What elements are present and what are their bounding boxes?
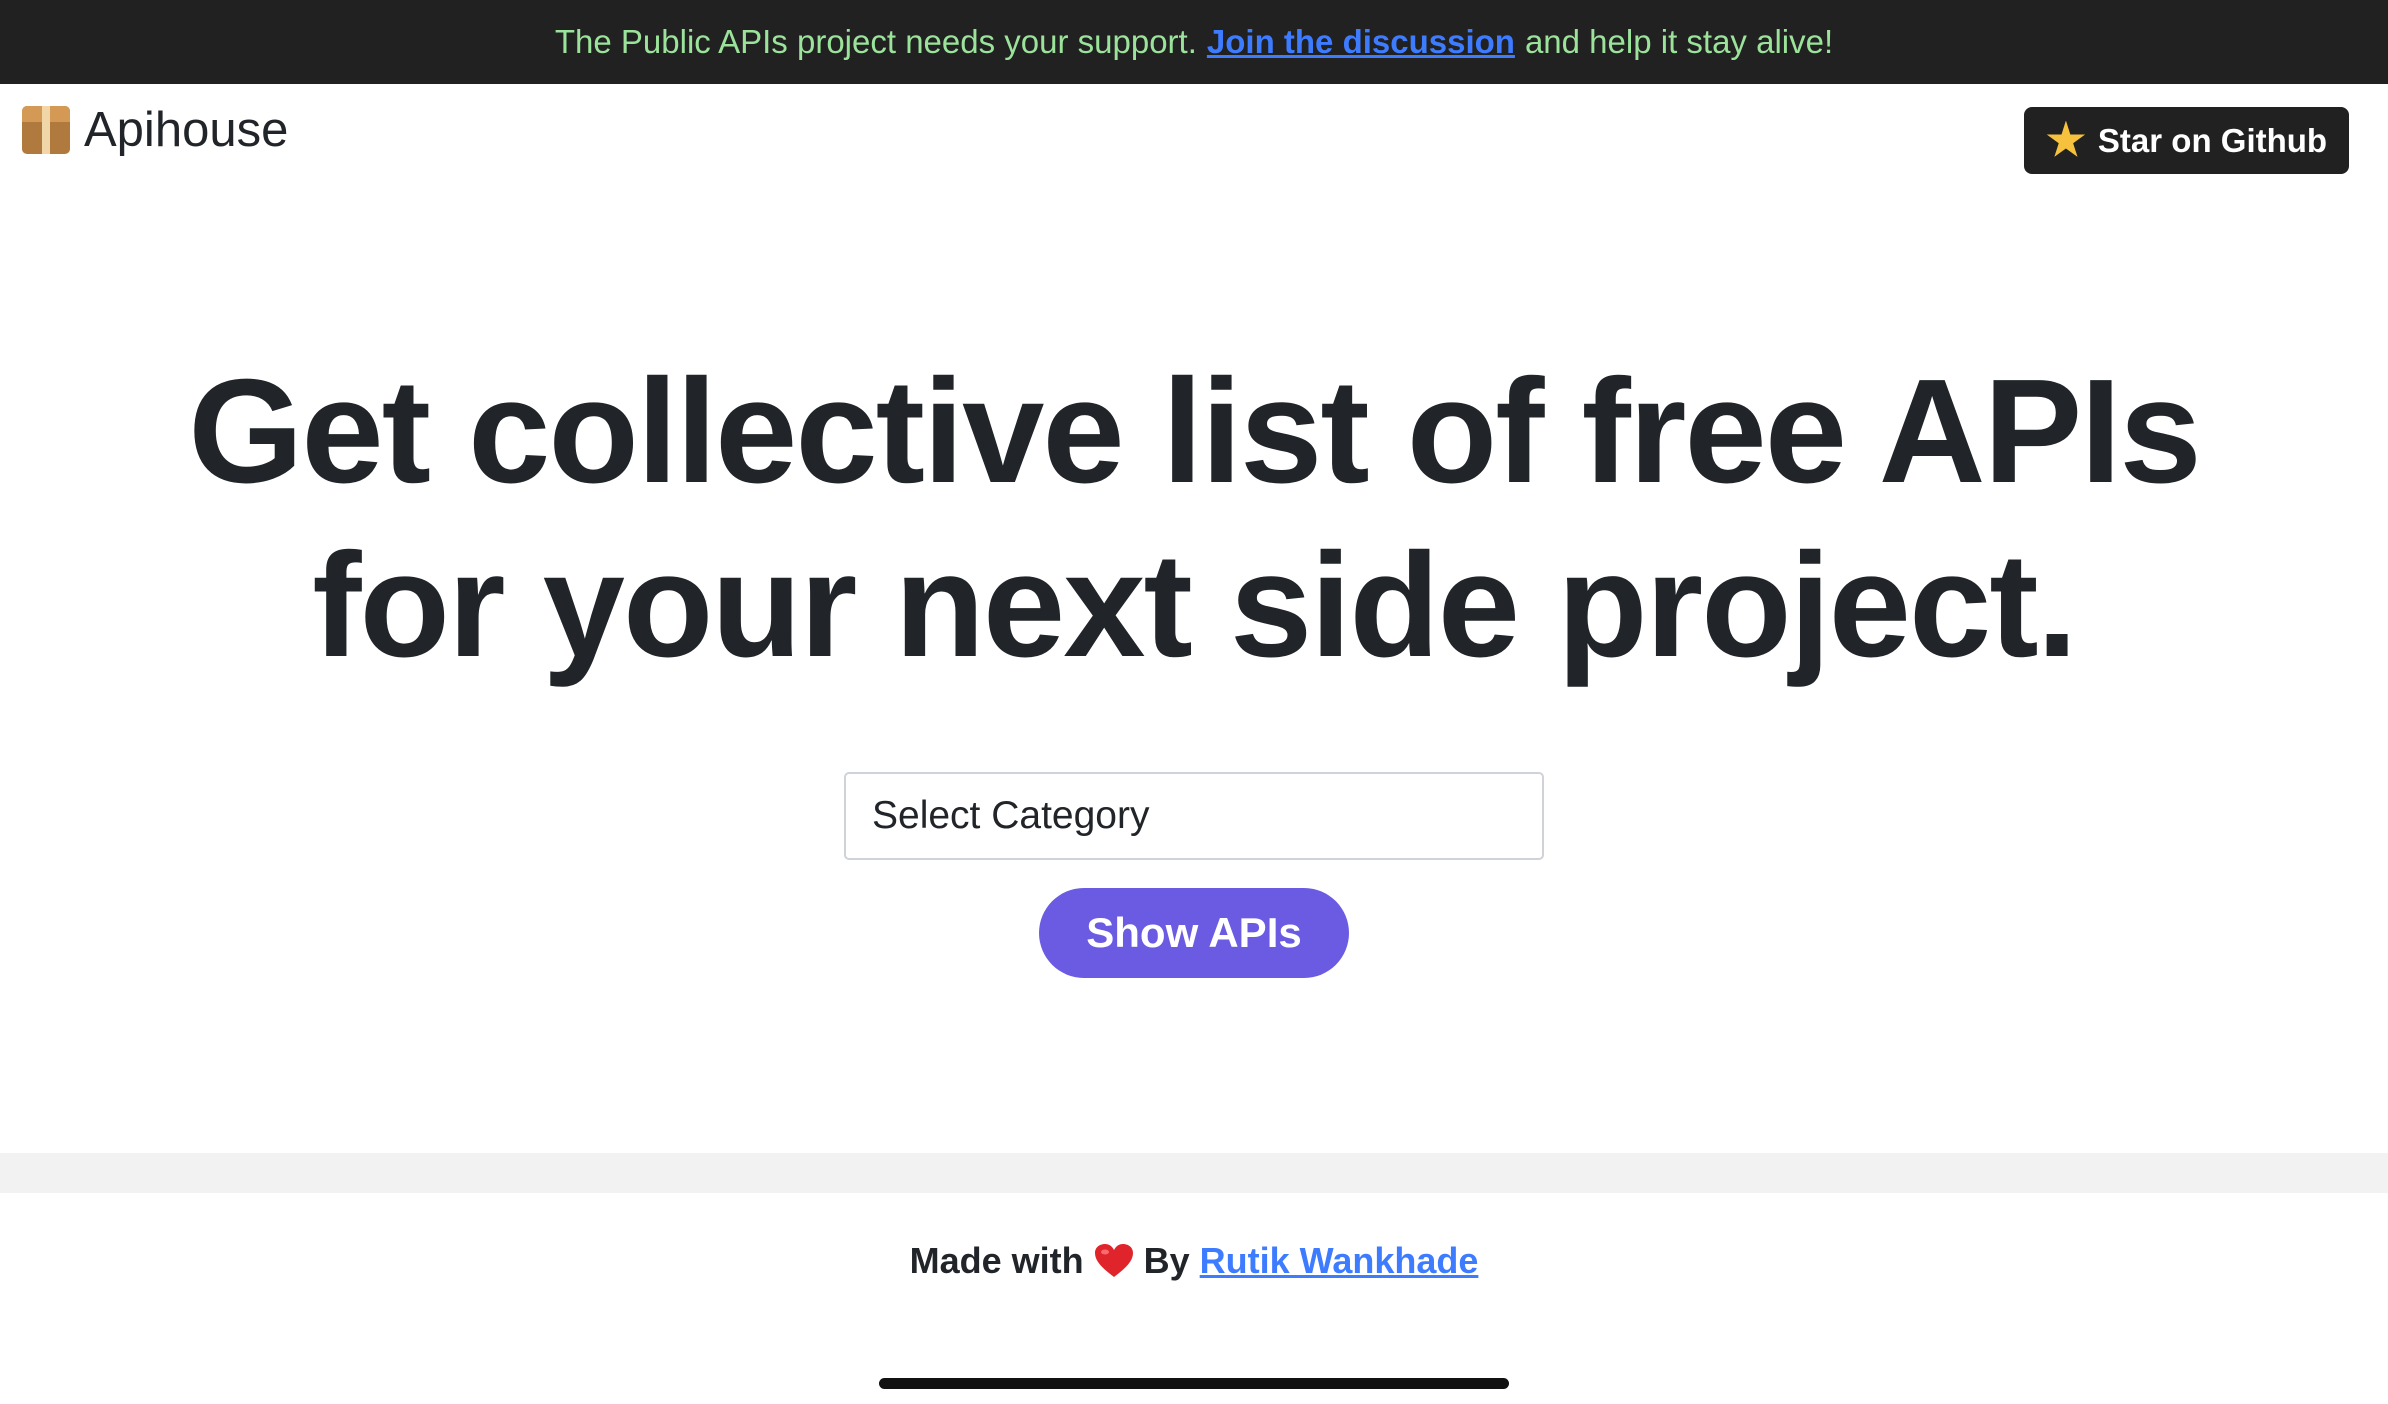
join-discussion-link[interactable]: Join the discussion (1207, 23, 1515, 61)
hero-line-1: Get collective list of free APIs (188, 349, 2201, 514)
author-link[interactable]: Rutik Wankhade (1200, 1240, 1479, 1282)
banner-text-before: The Public APIs project needs your suppo… (554, 23, 1197, 60)
page: The Public APIs project needs your suppo… (0, 0, 2388, 1404)
hero-heading: Get collective list of free APIs for you… (0, 345, 2388, 693)
brand-name: Apihouse (84, 103, 289, 157)
footer: Made with By Rutik Wankhade (0, 1236, 2388, 1286)
star-on-github-button[interactable]: Star on Github (2024, 107, 2349, 174)
announcement-banner: The Public APIs project needs your suppo… (0, 0, 2388, 84)
brand-logo[interactable]: Apihouse (22, 100, 288, 160)
star-icon (2046, 120, 2086, 157)
footer-by: By (1143, 1240, 1190, 1281)
category-select-value: Select Category (872, 794, 1150, 837)
footer-made-with: Made with (909, 1240, 1084, 1281)
show-apis-button[interactable]: Show APIs (1039, 888, 1349, 978)
package-icon (22, 106, 70, 154)
hero-line-2: for your next side project. (312, 523, 2077, 688)
heart-icon (1094, 1243, 1134, 1279)
section-divider (0, 1153, 2388, 1193)
show-apis-label: Show APIs (1086, 909, 1302, 956)
home-indicator[interactable] (879, 1378, 1509, 1389)
category-select[interactable]: Select Category (844, 772, 1544, 860)
star-button-label: Star on Github (2097, 121, 2328, 159)
banner-text-after: and help it stay alive! (1524, 23, 1834, 60)
